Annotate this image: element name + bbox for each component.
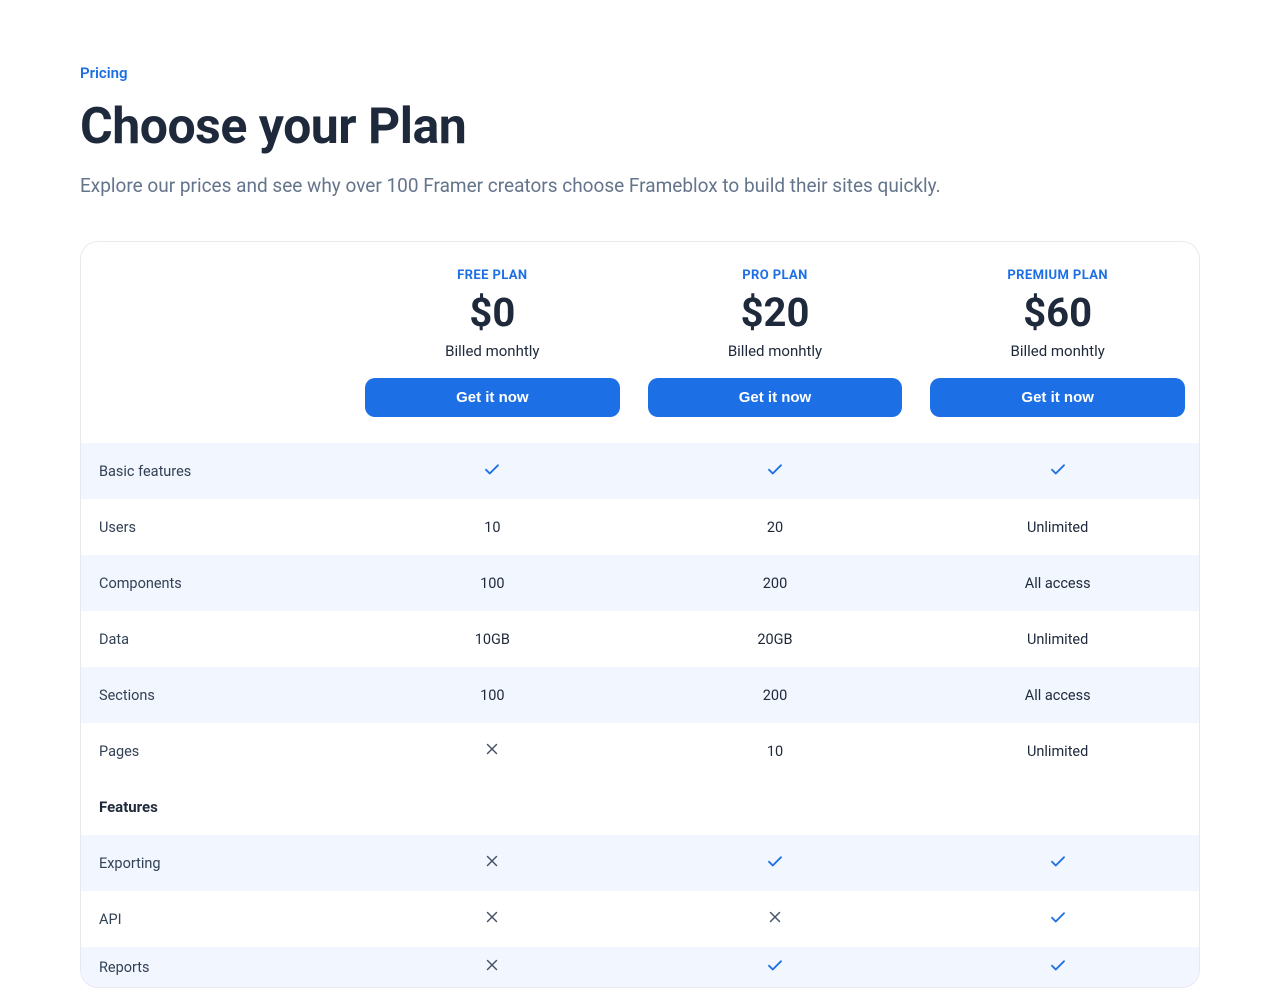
cross-icon: [483, 740, 501, 758]
plan-name: FREE PLAN: [457, 268, 527, 283]
check-icon: [483, 460, 501, 478]
table-row: Sections100200All access: [81, 667, 1199, 723]
feature-cell: 200: [634, 575, 917, 592]
section-title: Features: [81, 798, 351, 816]
table-row: Basic features: [81, 443, 1199, 499]
plan-pro: PRO PLAN $20 Billed monhtly Get it now: [634, 268, 917, 417]
feature-label: API: [81, 911, 351, 928]
feature-cell: 10: [351, 519, 634, 536]
check-icon: [766, 460, 784, 478]
plan-name: PRO PLAN: [742, 268, 808, 283]
plan-price: $20: [741, 289, 810, 336]
table-row: Pages 10Unlimited: [81, 723, 1199, 779]
section-title-row: Features: [81, 779, 1199, 835]
feature-cell: All access: [916, 575, 1199, 592]
cross-icon: [483, 956, 501, 974]
feature-cell: 20: [634, 519, 917, 536]
table-row: Exporting: [81, 835, 1199, 891]
table-row: Data10GB20GBUnlimited: [81, 611, 1199, 667]
feature-cell: [634, 956, 917, 978]
plan-premium: PREMIUM PLAN $60 Billed monhtly Get it n…: [916, 268, 1199, 417]
feature-label: Sections: [81, 687, 351, 704]
page-title: Choose your Plan: [80, 98, 1200, 156]
feature-cell: [634, 852, 917, 874]
cross-icon: [766, 908, 784, 926]
feature-cell: [351, 956, 634, 978]
feature-label: Users: [81, 519, 351, 536]
cta-pro[interactable]: Get it now: [648, 378, 903, 417]
feature-cell: [351, 460, 634, 482]
cross-icon: [483, 852, 501, 870]
check-icon: [1049, 460, 1067, 478]
table-row: Users1020Unlimited: [81, 499, 1199, 555]
check-icon: [1049, 956, 1067, 974]
cross-icon: [483, 908, 501, 926]
plan-price: $0: [469, 289, 515, 336]
plan-billing: Billed monhtly: [1010, 342, 1104, 360]
feature-cell: Unlimited: [916, 519, 1199, 536]
feature-label: Basic features: [81, 463, 351, 480]
feature-cell: 100: [351, 575, 634, 592]
feature-label: Reports: [81, 959, 351, 976]
feature-cell: [351, 852, 634, 874]
feature-label: Exporting: [81, 855, 351, 872]
check-icon: [1049, 908, 1067, 926]
feature-cell: 20GB: [634, 631, 917, 648]
feature-label: Components: [81, 575, 351, 592]
feature-label: Pages: [81, 743, 351, 760]
table-row: Reports: [81, 947, 1199, 987]
pricing-eyebrow: Pricing: [80, 64, 1200, 82]
check-icon: [1049, 852, 1067, 870]
plan-header-row: FREE PLAN $0 Billed monhtly Get it now P…: [81, 242, 1199, 443]
plan-billing: Billed monhtly: [728, 342, 822, 360]
feature-label: Data: [81, 631, 351, 648]
pricing-table: FREE PLAN $0 Billed monhtly Get it now P…: [80, 241, 1200, 988]
check-icon: [766, 956, 784, 974]
feature-cell: 200: [634, 687, 917, 704]
feature-cell: Unlimited: [916, 743, 1199, 760]
check-icon: [766, 852, 784, 870]
feature-cell: 10: [634, 743, 917, 760]
feature-cell: [916, 908, 1199, 930]
plan-free: FREE PLAN $0 Billed monhtly Get it now: [351, 268, 634, 417]
feature-cell: 100: [351, 687, 634, 704]
table-row: API: [81, 891, 1199, 947]
feature-cell: [916, 956, 1199, 978]
plan-name: PREMIUM PLAN: [1007, 268, 1108, 283]
cta-free[interactable]: Get it now: [365, 378, 620, 417]
feature-cell: [916, 852, 1199, 874]
table-row: Components100200All access: [81, 555, 1199, 611]
feature-cell: [351, 908, 634, 930]
feature-cell: Unlimited: [916, 631, 1199, 648]
feature-cell: All access: [916, 687, 1199, 704]
feature-cell: [351, 740, 634, 762]
plan-price: $60: [1023, 289, 1092, 336]
feature-cell: [634, 908, 917, 930]
feature-cell: [916, 460, 1199, 482]
plan-billing: Billed monhtly: [445, 342, 539, 360]
cta-premium[interactable]: Get it now: [930, 378, 1185, 417]
feature-cell: [634, 460, 917, 482]
feature-cell: 10GB: [351, 631, 634, 648]
page-subtitle: Explore our prices and see why over 100 …: [80, 174, 1200, 197]
